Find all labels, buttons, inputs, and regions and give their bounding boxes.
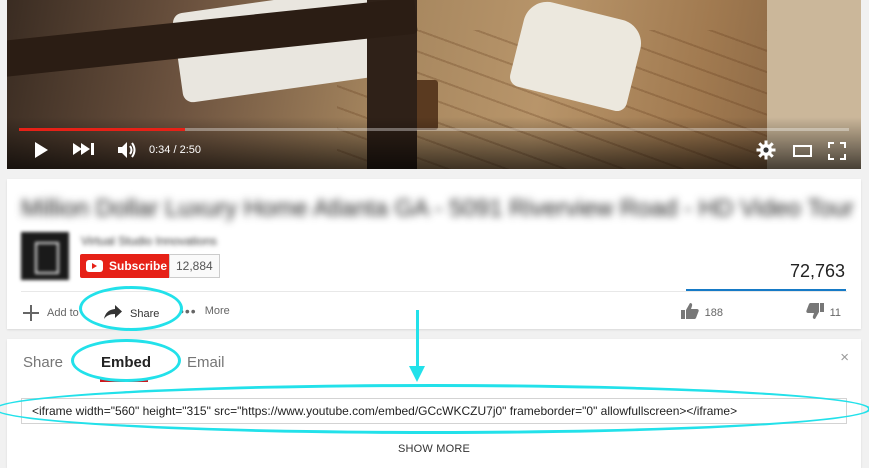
progress-bar[interactable] [19, 128, 849, 131]
youtube-logo-icon [86, 260, 103, 272]
dislike-count: 11 [829, 306, 841, 319]
like-button[interactable]: 188 [680, 303, 723, 322]
subscribe-label: Subscribe [109, 259, 168, 273]
annotation-arrow-line [416, 310, 419, 370]
fullscreen-corner [828, 154, 834, 160]
more-dots-icon: ••• [179, 303, 197, 319]
share-arrow-icon [104, 305, 122, 322]
fullscreen-icon[interactable] [827, 141, 847, 161]
play-icon[interactable] [35, 142, 48, 158]
active-tab-indicator [100, 379, 148, 382]
fullscreen-corner [828, 142, 834, 148]
next-bar [91, 143, 94, 155]
like-count: 188 [704, 306, 723, 319]
channel-name[interactable]: Virtual Studio Innovations [81, 234, 217, 248]
fullscreen-corner [840, 154, 846, 160]
next-triangle [81, 143, 90, 155]
volume-icon[interactable] [117, 141, 137, 159]
fullscreen-corner [840, 142, 846, 148]
video-info-card: Million Dollar Luxury Home Atlanta GA - … [7, 179, 861, 329]
video-title: Million Dollar Luxury Home Atlanta GA - … [21, 195, 854, 222]
plus-icon [23, 305, 39, 321]
add-to-button[interactable]: Add to [23, 305, 79, 321]
thumbs-up-icon [680, 303, 699, 322]
thumbs-down-icon [805, 303, 824, 322]
time-total: 2:50 [179, 144, 202, 156]
tab-embed[interactable]: Embed [101, 354, 151, 371]
time-display: 0:34 / 2:50 [149, 144, 201, 156]
more-label: More [204, 305, 230, 317]
annotation-arrow-head-icon [409, 366, 425, 382]
embed-code-field[interactable] [21, 398, 847, 424]
settings-gear-icon[interactable] [756, 140, 776, 160]
view-count: 72,763 [789, 261, 845, 281]
video-player[interactable]: 0:34 / 2:50 [7, 0, 861, 169]
tab-email[interactable]: Email [187, 354, 225, 371]
time-separator: / [170, 144, 180, 156]
share-panel: Share Embed Email × SHOW MORE [7, 339, 861, 468]
share-button[interactable]: Share [104, 305, 159, 322]
time-current: 0:34 [149, 144, 171, 156]
theater-mode-icon[interactable] [793, 145, 812, 157]
progress-bar-fill [19, 128, 185, 131]
more-button[interactable]: ••• More [179, 303, 230, 319]
close-icon[interactable]: × [840, 349, 849, 366]
dislike-button[interactable]: 11 [805, 303, 841, 322]
subscribe-button[interactable]: Subscribe [80, 254, 176, 278]
share-label: Share [130, 307, 160, 320]
show-more-button[interactable]: SHOW MORE [7, 443, 861, 455]
channel-avatar[interactable] [21, 232, 69, 280]
subscriber-count: 12,884 [169, 254, 220, 278]
tab-share[interactable]: Share [23, 354, 63, 371]
add-to-label: Add to [47, 307, 79, 319]
actions-divider [21, 291, 847, 292]
next-icon[interactable] [73, 142, 97, 158]
